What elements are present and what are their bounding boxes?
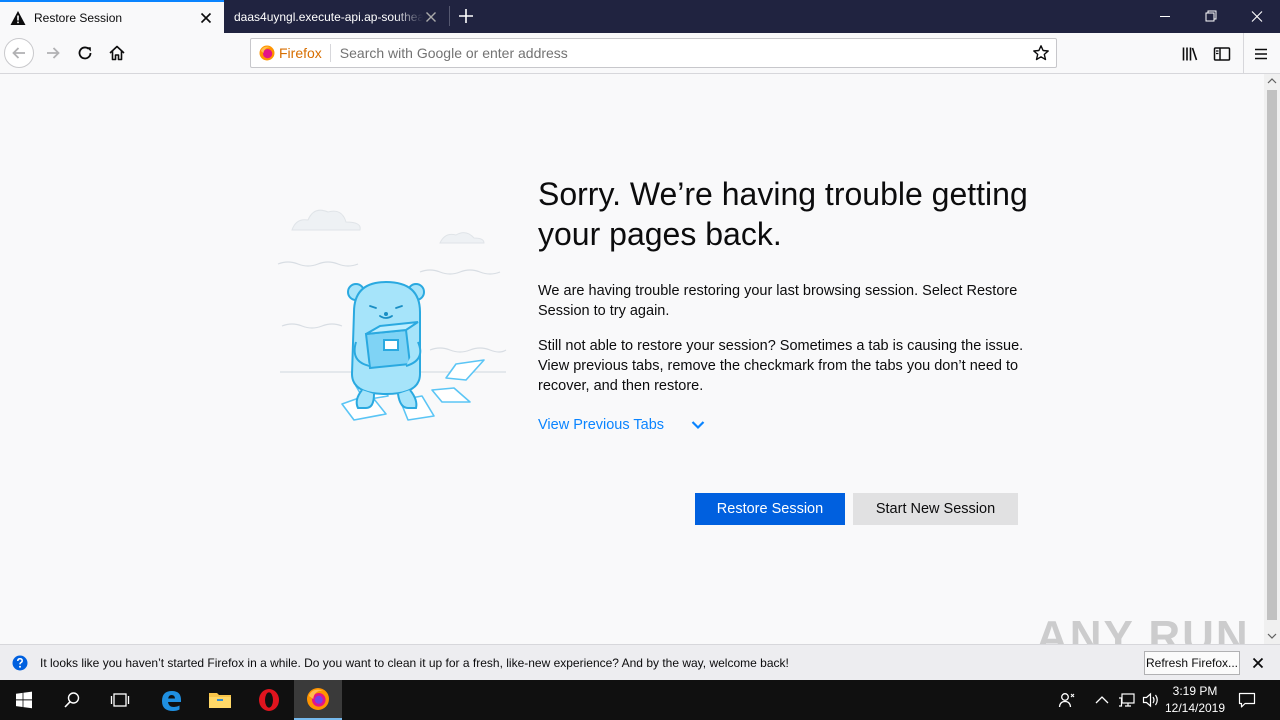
clock-date: 12/14/2019: [1164, 701, 1226, 715]
volume-icon[interactable]: [1142, 692, 1160, 708]
search-icon: [64, 692, 80, 708]
home-button[interactable]: [102, 38, 132, 68]
bookmark-star-icon[interactable]: [1032, 44, 1050, 62]
close-tab-icon[interactable]: [423, 9, 439, 25]
reload-button[interactable]: [70, 38, 100, 68]
search-button[interactable]: [48, 680, 96, 720]
identity-box[interactable]: Firefox: [251, 44, 331, 62]
scroll-down-icon[interactable]: [1267, 632, 1277, 640]
sidebar-icon[interactable]: [1213, 45, 1231, 63]
reload-icon: [78, 46, 92, 60]
view-previous-tabs-label: View Previous Tabs: [538, 417, 665, 433]
firefox-logo-icon: [259, 45, 275, 61]
description-paragraph: We are having trouble restoring your las…: [538, 283, 1018, 319]
forward-button[interactable]: [38, 38, 68, 68]
notifications-icon[interactable]: [1238, 691, 1256, 709]
windows-taskbar: 3:19 PM 12/14/2019: [0, 680, 1280, 720]
hamburger-menu-icon[interactable]: [1252, 45, 1270, 63]
sad-bear-illustration-icon: [277, 209, 507, 421]
url-bar[interactable]: Firefox: [250, 38, 1057, 68]
new-tab-icon[interactable]: [454, 4, 478, 28]
notification-message: It looks like you haven’t started Firefo…: [40, 655, 789, 670]
people-icon[interactable]: [1058, 691, 1076, 709]
taskbar-clock[interactable]: 3:19 PM 12/14/2019: [1162, 683, 1228, 717]
start-button[interactable]: [0, 680, 48, 720]
minimize-icon[interactable]: [1142, 0, 1188, 33]
restore-session-page: Sorry. We’re having trouble getting your…: [0, 74, 1264, 661]
back-arrow-icon: [12, 47, 25, 59]
chevron-down-icon: [691, 421, 705, 430]
view-previous-tabs-toggle[interactable]: View Previous Tabs: [538, 417, 706, 433]
taskbar-edge[interactable]: [147, 680, 195, 720]
toolbar-separator: [1243, 33, 1244, 73]
help-paragraph: Still not able to restore your session? …: [538, 338, 1024, 394]
vertical-scrollbar[interactable]: [1264, 74, 1280, 644]
restore-session-button[interactable]: Restore Session: [695, 493, 845, 525]
taskbar-opera[interactable]: [245, 680, 293, 720]
chevron-up-icon[interactable]: [1094, 693, 1110, 707]
scrollbar-thumb[interactable]: [1267, 90, 1277, 620]
tab-label: daas4uyngl.execute-api.ap-southeast-1: [234, 9, 423, 24]
tab-strip: Restore Session daas4uyngl.execute-api.a…: [0, 0, 1280, 33]
close-tab-icon[interactable]: [198, 10, 214, 26]
tab-label: Restore Session: [34, 10, 123, 25]
forward-arrow-icon: [47, 47, 60, 59]
close-notification-icon[interactable]: [1250, 655, 1266, 671]
address-input[interactable]: [339, 45, 1032, 61]
opera-icon: [259, 689, 279, 711]
close-window-icon[interactable]: [1234, 0, 1280, 33]
home-icon: [109, 45, 125, 61]
question-icon: [12, 655, 28, 670]
library-icon[interactable]: [1181, 45, 1199, 63]
refresh-firefox-button[interactable]: Refresh Firefox...: [1144, 651, 1240, 675]
windows-logo-icon: [16, 691, 32, 709]
network-icon[interactable]: [1118, 692, 1136, 708]
edge-icon: [162, 691, 181, 711]
tab-separator: [449, 6, 450, 26]
taskbar-file-explorer[interactable]: [196, 680, 244, 720]
notification-bar: It looks like you haven’t started Firefo…: [0, 644, 1280, 680]
identity-label: Firefox: [279, 45, 322, 61]
tab-restore-session[interactable]: Restore Session: [0, 0, 224, 33]
restore-window-icon[interactable]: [1188, 0, 1234, 33]
page-title: Sorry. We’re having trouble getting your…: [538, 176, 1028, 252]
navigation-toolbar: Firefox: [0, 33, 1280, 74]
folder-icon: [209, 693, 231, 708]
scroll-up-icon[interactable]: [1267, 77, 1277, 85]
clock-time: 3:19 PM: [1172, 684, 1218, 698]
start-new-session-button[interactable]: Start New Session: [853, 493, 1018, 525]
back-button[interactable]: [4, 38, 34, 68]
taskbar-firefox[interactable]: [294, 680, 342, 720]
task-view-icon: [110, 693, 130, 707]
tab-execute-api[interactable]: daas4uyngl.execute-api.ap-southeast-1: [225, 0, 449, 33]
task-view-button[interactable]: [96, 680, 144, 720]
firefox-logo-icon: [307, 688, 329, 710]
warning-icon: [10, 10, 26, 25]
